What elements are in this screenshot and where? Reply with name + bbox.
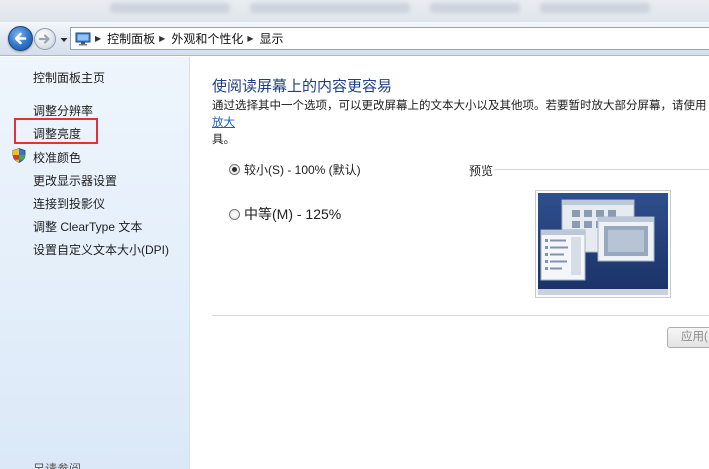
breadcrumb-separator: ▶ <box>159 34 166 43</box>
sidebar-item-connect-projector[interactable]: 连接到投影仪 <box>33 195 105 212</box>
magnifier-link[interactable]: 放大 <box>212 117 235 129</box>
size-small-radio[interactable] <box>229 164 240 175</box>
size-medium-label[interactable]: 中等(M) - 125% <box>244 204 341 224</box>
forward-arrow-icon <box>38 34 50 44</box>
page-description: 通过选择其中一个选项，可以更改屏幕上的文本大小以及其他项。若要暂时放大部分屏幕，… <box>212 98 709 149</box>
back-button[interactable] <box>8 26 33 51</box>
sidebar-see-also-heading: 另请参阅 <box>33 462 82 469</box>
description-text: 通过选择其中一个选项，可以更改屏幕上的文本大小以及其他项。若要暂时放大部分屏幕，… <box>212 100 707 112</box>
description-text-end: 具。 <box>212 134 235 146</box>
sidebar-item-adjust-cleartype[interactable]: 调整 ClearType 文本 <box>33 218 142 235</box>
breadcrumb-display[interactable]: 显示 <box>260 30 284 47</box>
preview-divider <box>494 169 709 170</box>
sidebar-item-calibrate-color[interactable]: 校准颜色 <box>33 149 81 166</box>
sidebar-item-change-display-settings[interactable]: 更改显示器设置 <box>33 172 117 189</box>
apply-button[interactable]: 应用( <box>667 327 709 348</box>
sidebar-item-adjust-resolution[interactable]: 调整分辨率 <box>33 102 93 119</box>
sidebar-item-custom-dpi[interactable]: 设置自定义文本大小(DPI) <box>33 241 169 258</box>
size-small-label[interactable]: 较小(S) - 100% (默认) <box>244 161 361 178</box>
navigation-bar: ▶ 控制面板 ▶ 外观和个性化 ▶ 显示 <box>0 22 709 56</box>
breadcrumb-separator: ▶ <box>247 34 254 43</box>
preview-image <box>535 190 671 298</box>
size-medium-radio[interactable] <box>229 209 240 220</box>
breadcrumb-control-panel[interactable]: 控制面板 <box>107 30 155 47</box>
recent-pages-button[interactable] <box>59 34 69 44</box>
breadcrumb-appearance[interactable]: 外观和个性化 <box>171 30 243 47</box>
content-separator <box>212 315 709 316</box>
chevron-down-icon <box>60 38 68 42</box>
main-content: 使阅读屏幕上的内容更容易 通过选择其中一个选项，可以更改屏幕上的文本大小以及其他… <box>191 57 709 469</box>
back-arrow-icon <box>14 32 27 45</box>
monitor-icon <box>75 32 91 46</box>
forward-button[interactable] <box>34 28 56 50</box>
sidebar-item-control-panel-home[interactable]: 控制面板主页 <box>33 69 105 86</box>
preview-label: 预览 <box>469 164 494 178</box>
highlight-annotation-box <box>14 118 98 144</box>
address-bar[interactable]: ▶ 控制面板 ▶ 外观和个性化 ▶ 显示 <box>70 27 709 50</box>
shield-icon <box>12 148 26 163</box>
breadcrumb-separator: ▶ <box>95 34 102 43</box>
page-title: 使阅读屏幕上的内容更容易 <box>212 78 393 95</box>
sidebar: 控制面板主页 调整分辨率 调整亮度 校准颜色 更改显示器设置 连接到投影仪 调整… <box>0 57 190 469</box>
window-top-strip <box>0 0 709 22</box>
